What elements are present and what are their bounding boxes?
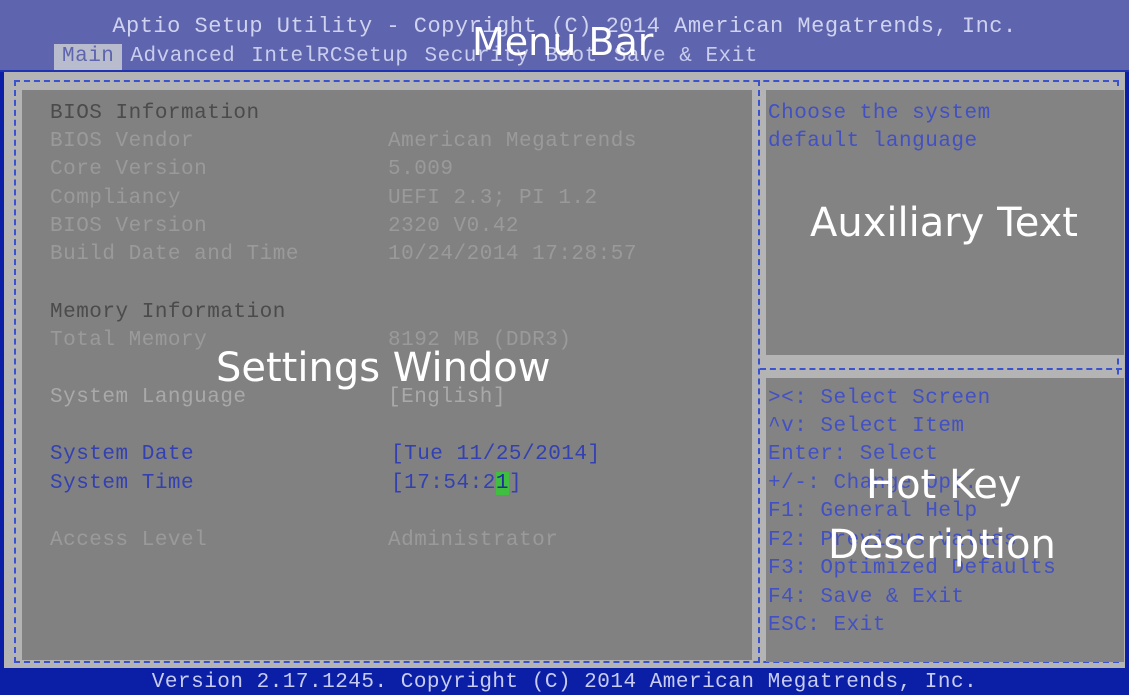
- total-memory-label: Total Memory: [50, 329, 208, 352]
- system-date-value[interactable]: [Tue 11/25/2014]: [391, 443, 601, 466]
- menu-bar-annotation: Menu Bar: [472, 20, 654, 64]
- compliancy-label: Compliancy: [50, 187, 182, 210]
- horizontal-divider: [760, 368, 1122, 370]
- edit-cursor: 1: [495, 472, 509, 495]
- bios-info-heading: BIOS Information: [50, 102, 260, 125]
- tab-intelrcsetup[interactable]: IntelRCSetup: [243, 44, 416, 70]
- system-time-value[interactable]: [17:54:21]: [391, 472, 522, 495]
- menu-tabs: Main Advanced IntelRCSetup Security Boot…: [54, 44, 766, 70]
- hotkey-esc: ESC: Exit: [768, 614, 886, 637]
- bios-vendor-value: American Megatrends: [388, 130, 637, 153]
- time-bracket: ]: [508, 472, 523, 495]
- compliancy-value: UEFI 2.3; PI 1.2: [388, 187, 598, 210]
- vertical-divider: [758, 80, 760, 663]
- auxiliary-text-annotation: Auxiliary Text: [810, 200, 1078, 246]
- memory-info-heading: Memory Information: [50, 301, 286, 324]
- tab-main[interactable]: Main: [54, 44, 123, 70]
- build-date-value: 10/24/2014 17:28:57: [388, 243, 637, 266]
- bios-vendor-label: BIOS Vendor: [50, 130, 195, 153]
- help-text-line-1: Choose the system: [768, 102, 991, 125]
- settings-window-annotation: Settings Window: [216, 345, 551, 391]
- hot-key-annotation: Hot Key: [866, 462, 1022, 508]
- tab-advanced[interactable]: Advanced: [122, 44, 243, 70]
- access-level-value: Administrator: [388, 529, 559, 552]
- hotkey-f4: F4: Save & Exit: [768, 586, 965, 609]
- access-level-label: Access Level: [50, 529, 208, 552]
- main-frame: BIOS Information BIOS Vendor American Me…: [4, 72, 1125, 668]
- core-version-value: 5.009: [388, 158, 454, 181]
- help-text-line-2: default language: [768, 130, 978, 153]
- system-date-label[interactable]: System Date: [50, 443, 194, 466]
- description-annotation: Description: [828, 522, 1056, 568]
- hotkey-select-item: ^v: Select Item: [768, 415, 965, 438]
- bios-version-label: BIOS Version: [50, 215, 208, 238]
- version-text: Version 2.17.1245. Copyright (C) 2014 Am…: [151, 671, 978, 694]
- bios-version-value: 2320 V0.42: [388, 215, 520, 238]
- time-text: [17:54:2: [391, 472, 496, 495]
- hotkey-select-screen: ><: Select Screen: [768, 387, 991, 410]
- core-version-label: Core Version: [50, 158, 208, 181]
- build-date-label: Build Date and Time: [50, 243, 299, 266]
- footer-bar: Version 2.17.1245. Copyright (C) 2014 Am…: [0, 668, 1129, 695]
- system-time-label[interactable]: System Time: [50, 472, 194, 495]
